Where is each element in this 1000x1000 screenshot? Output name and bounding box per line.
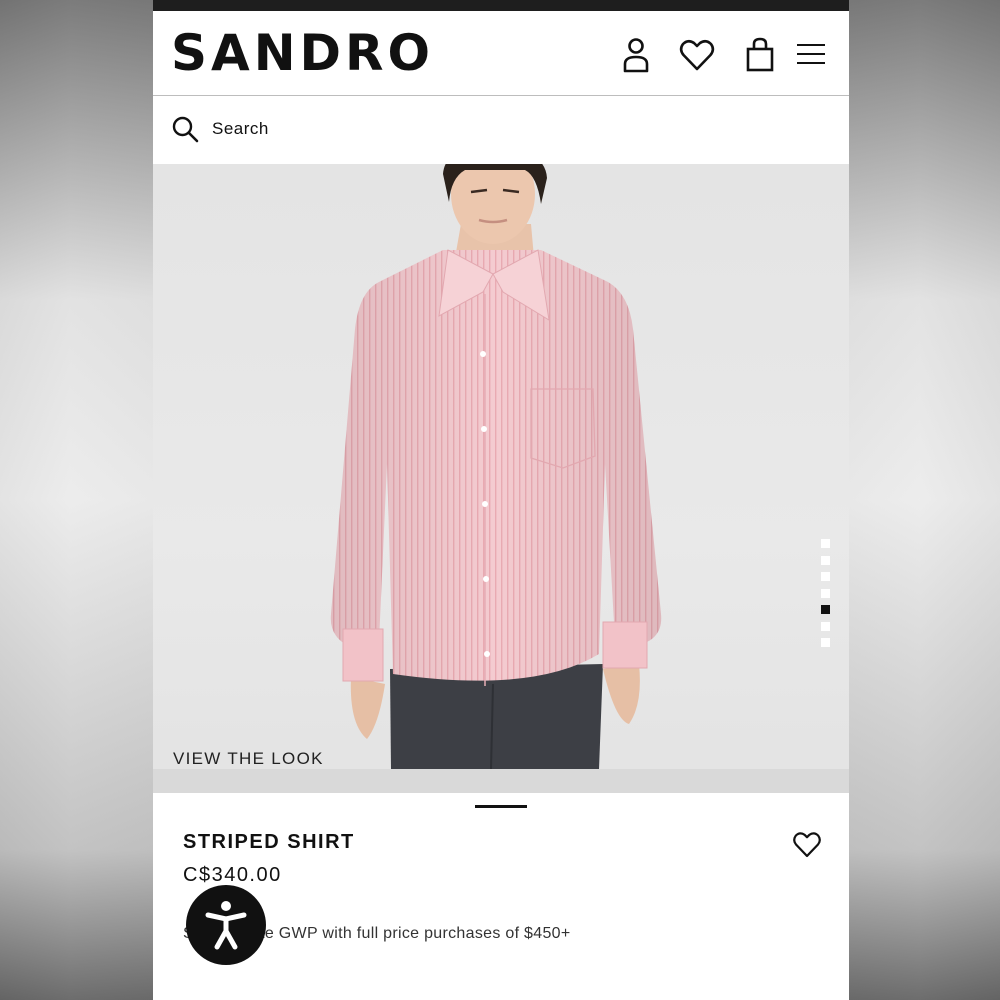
gallery-dot[interactable] — [821, 572, 830, 581]
bag-icon[interactable] — [740, 35, 780, 75]
menu-icon[interactable] — [791, 35, 831, 75]
product-name: STRIPED SHIRT — [183, 831, 355, 853]
search-bar[interactable]: Search — [153, 96, 849, 164]
view-the-look-link[interactable]: VIEW THE LOOK — [173, 749, 324, 771]
gallery-pagination — [821, 539, 831, 655]
gallery-dot[interactable] — [821, 539, 830, 548]
left-backdrop — [0, 0, 153, 1000]
gallery-dot[interactable] — [821, 621, 830, 631]
gallery-dot[interactable] — [821, 588, 830, 598]
mobile-page: SANDRO Search VIEW THE LOOK STRIPED SHIR… — [153, 0, 849, 1000]
product-photo-striped-shirt — [330, 164, 662, 769]
product-image-gallery[interactable]: VIEW THE LOOK — [153, 164, 849, 793]
gallery-dot[interactable] — [821, 555, 830, 565]
status-bar — [153, 0, 849, 11]
gallery-dot-active[interactable] — [821, 605, 830, 614]
gallery-bottom-strip — [153, 769, 849, 793]
right-backdrop — [849, 0, 1000, 1000]
product-price: C$340.00 — [183, 864, 282, 886]
wishlist-icon[interactable] — [677, 35, 717, 75]
brand-logo[interactable]: SANDRO — [171, 25, 434, 81]
accessibility-icon — [205, 901, 247, 950]
search-icon[interactable] — [171, 115, 199, 143]
account-icon[interactable] — [616, 35, 656, 75]
search-input[interactable]: Search — [212, 119, 269, 139]
site-header: SANDRO — [153, 11, 849, 96]
bottom-sheet-handle[interactable] — [475, 805, 527, 808]
accessibility-button[interactable] — [186, 885, 266, 965]
add-to-wishlist-heart-icon[interactable] — [791, 828, 823, 860]
gallery-dot[interactable] — [821, 638, 830, 647]
